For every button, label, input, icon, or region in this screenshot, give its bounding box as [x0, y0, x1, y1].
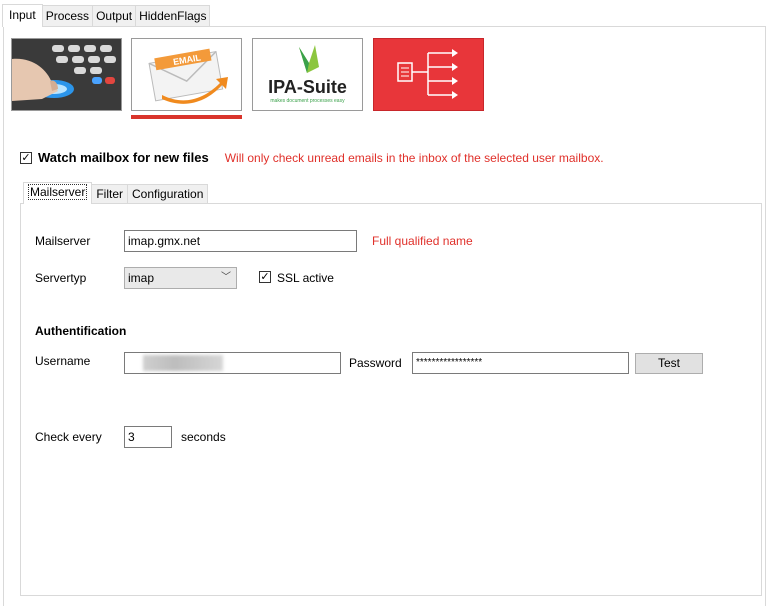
tab-process[interactable]: Process	[41, 5, 94, 26]
check-icon: ✓	[21, 151, 31, 164]
test-button[interactable]: Test	[635, 353, 703, 374]
tab-filter[interactable]: Filter	[91, 184, 129, 204]
check-every-label: Check every	[35, 430, 102, 444]
check-icon: ✓	[260, 271, 270, 283]
username-label: Username	[35, 354, 91, 368]
password-label: Password	[349, 356, 402, 370]
check-interval-input[interactable]: 3	[124, 426, 172, 448]
mailserver-panel: Mailserver imap.gmx.net Full qualified n…	[20, 203, 762, 596]
email-envelope-icon: EMAIL	[148, 48, 228, 104]
mailserver-label: Mailserver	[35, 234, 91, 248]
tab-mailserver[interactable]: Mailserver	[23, 182, 93, 204]
mailserver-input[interactable]: imap.gmx.net	[124, 230, 357, 252]
servertyp-select[interactable]: imap ﹀	[124, 267, 237, 289]
tab-hiddenflags[interactable]: HiddenFlags	[135, 5, 211, 26]
ipa-suite-source-tile[interactable]: IPA-Suite makes document processes easy	[252, 38, 363, 111]
username-input[interactable]	[124, 352, 341, 374]
ipa-bird-icon: IPA-Suite makes document processes easy	[268, 45, 347, 104]
check-interval-unit: seconds	[181, 430, 226, 444]
redacted-username	[143, 355, 223, 371]
ipa-brand-text: IPA-Suite	[268, 77, 347, 97]
chevron-down-icon: ﹀	[221, 272, 231, 283]
servertyp-value: imap	[128, 271, 155, 285]
keypad-source-tile[interactable]	[11, 38, 122, 111]
workflow-source-tile[interactable]	[373, 38, 484, 111]
email-source-tile[interactable]: EMAIL	[131, 38, 242, 111]
ssl-active-label[interactable]: SSL active	[277, 271, 334, 285]
tab-output[interactable]: Output	[92, 5, 137, 26]
keypad-icon	[12, 39, 121, 110]
ssl-active-checkbox[interactable]: ✓	[259, 271, 271, 283]
watch-mailbox-row: ✓ Watch mailbox for new files Will only …	[20, 150, 604, 165]
workflow-branch-icon	[397, 49, 458, 99]
mail-settings-tab-bar: Mailserver Filter Configuration	[23, 182, 209, 204]
ipa-tagline-text: makes document processes easy	[270, 98, 345, 104]
watch-mailbox-label[interactable]: Watch mailbox for new files	[38, 150, 209, 165]
tab-input[interactable]: Input	[2, 4, 43, 27]
watch-mailbox-note: Will only check unread emails in the inb…	[224, 150, 604, 165]
watch-mailbox-checkbox[interactable]: ✓	[20, 151, 32, 164]
servertyp-label: Servertyp	[35, 271, 87, 285]
tab-configuration[interactable]: Configuration	[127, 184, 209, 204]
authentification-heading: Authentification	[35, 324, 127, 338]
mailserver-hint: Full qualified name	[372, 234, 473, 248]
selected-tile-indicator	[131, 115, 242, 119]
top-tab-bar: Input Process Output HiddenFlags	[2, 4, 211, 27]
password-input[interactable]: *****************	[412, 352, 629, 374]
